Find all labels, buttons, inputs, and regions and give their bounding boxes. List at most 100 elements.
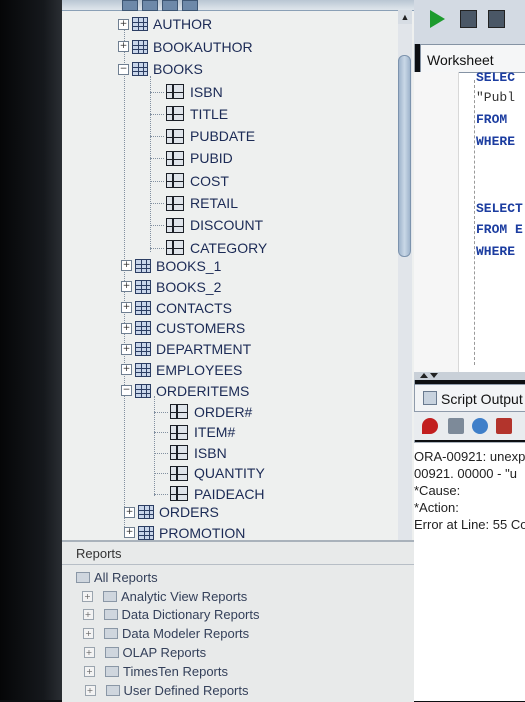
expand-icon[interactable]: +: [121, 302, 132, 313]
tree-column-node[interactable]: ISBN: [166, 82, 223, 102]
connections-tree-panel: + AUTHOR + BOOKAUTHOR − BOOKS ISBN TITLE PUBDATE…: [62, 0, 415, 540]
expand-icon[interactable]: +: [124, 527, 135, 538]
tree-table-node[interactable]: + CUSTOMERS: [121, 318, 245, 338]
table-icon: [138, 505, 154, 519]
tree-table-node[interactable]: + EMPLOYEES: [121, 360, 242, 380]
save-icon[interactable]: [448, 418, 464, 434]
expand-icon[interactable]: +: [124, 506, 135, 518]
tree-table-node[interactable]: + PROMOTION: [124, 523, 246, 541]
tree-table-node[interactable]: + BOOKS_1: [121, 256, 221, 276]
tree-column-node[interactable]: PUBDATE: [166, 126, 255, 146]
expand-icon[interactable]: +: [83, 628, 94, 640]
tree-column-node[interactable]: ITEM#: [170, 422, 235, 442]
expand-icon[interactable]: +: [121, 364, 132, 376]
report-category-label: Data Modeler Reports: [122, 626, 250, 642]
tab-worksheet[interactable]: Worksheet: [420, 44, 525, 73]
clear-icon[interactable]: [496, 418, 512, 434]
report-category-label: User Defined Reports: [123, 682, 249, 698]
scrollbar-thumb[interactable]: [398, 55, 411, 257]
expand-icon[interactable]: +: [121, 343, 132, 355]
expand-icon[interactable]: +: [82, 590, 93, 602]
toolbar-button[interactable]: [142, 0, 158, 11]
report-category[interactable]: + Analytic View Reports: [82, 587, 247, 605]
expand-icon[interactable]: +: [121, 260, 132, 272]
tree-table-node[interactable]: + AUTHOR: [118, 14, 212, 34]
output-line: *Cause:: [414, 483, 461, 498]
code-line: FROM E: [476, 222, 523, 237]
tree-column-node[interactable]: DISCOUNT: [166, 215, 263, 235]
tree-table-node[interactable]: + BOOKAUTHOR: [118, 37, 253, 57]
tree-table-node[interactable]: + ORDERS: [124, 502, 219, 522]
table-label: BOOKS_2: [156, 278, 222, 295]
folder-icon: [104, 628, 118, 640]
code-line: SELECT: [476, 201, 523, 216]
tree-column-node[interactable]: ISBN: [170, 443, 227, 463]
toolbar-button[interactable]: [122, 0, 138, 11]
tree-toolbar: [62, 0, 414, 11]
code-line: FROM: [476, 112, 508, 127]
expand-icon[interactable]: +: [121, 281, 132, 293]
tree-column-node[interactable]: TITLE: [166, 104, 228, 124]
tree-column-node[interactable]: ORDER#: [170, 402, 252, 422]
expand-icon[interactable]: +: [84, 665, 95, 677]
column-icon: [166, 84, 184, 99]
run-script-icon[interactable]: [460, 10, 477, 28]
output-line: ORA-00921: unexp: [414, 449, 525, 464]
table-icon: [135, 300, 151, 315]
collapse-icon[interactable]: −: [118, 63, 129, 75]
column-label: COST: [190, 172, 229, 189]
worksheet-tab-label: Worksheet: [427, 52, 494, 68]
script-output-area: ORA-00921: unexp 00921. 00000 - "u *Cause:…: [414, 442, 525, 701]
report-category[interactable]: + Data Modeler Reports: [83, 625, 249, 643]
expand-icon[interactable]: +: [83, 646, 95, 658]
pin-icon[interactable]: [422, 418, 438, 434]
tree-column-node[interactable]: CATEGORY: [166, 238, 267, 258]
expand-icon[interactable]: +: [82, 609, 94, 621]
tree-table-node[interactable]: + DEPARTMENT: [121, 339, 251, 359]
tree-connector: [150, 113, 164, 115]
output-line: Error at Line: 55 Co: [414, 517, 525, 532]
report-category[interactable]: + OLAP Reports: [83, 643, 206, 661]
tree-column-node[interactable]: PAIDEACH: [170, 484, 265, 504]
toolbar-button[interactable]: [162, 0, 178, 11]
script-output-toolbar: [414, 412, 525, 440]
tree-table-node[interactable]: + BOOKS_2: [121, 277, 221, 297]
refresh-icon[interactable]: [472, 418, 488, 434]
expand-icon[interactable]: +: [118, 41, 129, 52]
tree-table-node[interactable]: − BOOKS: [118, 59, 203, 79]
report-category[interactable]: + TimesTen Reports: [84, 662, 228, 680]
table-label: PROMOTION: [159, 524, 246, 541]
tree-table-node[interactable]: + CONTACTS: [121, 298, 232, 318]
toolbar-button[interactable]: [182, 0, 198, 11]
report-category[interactable]: + Data Dictionary Reports: [82, 606, 260, 624]
scroll-up-arrow[interactable]: ▲: [398, 10, 412, 24]
folder-icon: [104, 646, 119, 658]
table-icon: [135, 342, 151, 357]
tree-connector: [150, 203, 164, 204]
code-line: SELEC: [476, 70, 516, 85]
tree-column-node[interactable]: PUBID: [166, 148, 233, 168]
code-line: "Publ: [476, 90, 516, 105]
tree-column-node[interactable]: RETAIL: [166, 193, 238, 213]
tree-table-node[interactable]: − ORDERITEMS: [121, 381, 249, 401]
tree-column-node[interactable]: COST: [166, 171, 229, 191]
report-category[interactable]: + User Defined Reports: [84, 681, 249, 699]
expand-icon[interactable]: +: [84, 684, 96, 696]
splitter-down-icon: [430, 373, 438, 378]
commit-icon[interactable]: [488, 10, 505, 28]
report-category-label: Data Dictionary Reports: [121, 607, 260, 623]
panel-splitter[interactable]: [414, 372, 525, 380]
column-icon: [166, 240, 184, 256]
folder-icon: [103, 590, 117, 602]
tab-script-output[interactable]: Script Output: [414, 384, 525, 412]
column-label: TITLE: [190, 105, 229, 122]
expand-icon[interactable]: +: [121, 322, 132, 334]
tree-column-node[interactable]: QUANTITY: [170, 463, 265, 483]
output-line: *Action:: [414, 500, 459, 515]
tree-connector: [154, 411, 168, 413]
expand-icon[interactable]: +: [118, 18, 129, 30]
run-statement-icon[interactable]: [430, 10, 445, 28]
all-reports-node[interactable]: All Reports: [76, 568, 158, 586]
tree-connector: [150, 247, 164, 249]
collapse-icon[interactable]: −: [121, 385, 132, 397]
